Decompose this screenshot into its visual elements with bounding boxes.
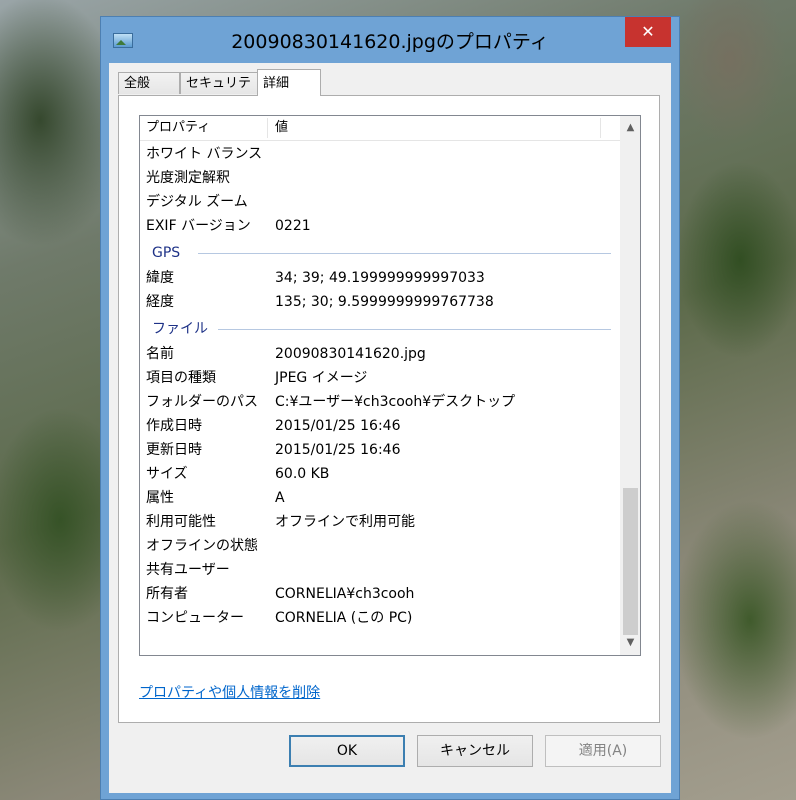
property-list[interactable]: プロパティ 値 ホワイト バランス 光度測定解釈 デジタル ズーム EXIF バ… xyxy=(139,115,641,656)
property-name: フォルダーのパス xyxy=(146,394,258,410)
group-label: ファイル xyxy=(152,321,208,337)
tab-general[interactable]: 全般 xyxy=(118,72,180,94)
property-value: オフラインで利用可能 xyxy=(275,514,415,530)
list-item[interactable]: EXIF バージョン 0221 xyxy=(140,214,621,238)
list-item[interactable]: 所有者 CORNELIA¥ch3cooh xyxy=(140,582,621,606)
column-divider[interactable] xyxy=(267,118,268,138)
property-name: ホワイト バランス xyxy=(146,146,263,162)
property-value: CORNELIA¥ch3cooh xyxy=(275,586,415,602)
property-name: 所有者 xyxy=(146,586,188,602)
tab-details[interactable]: 詳細 xyxy=(257,69,321,96)
group-divider xyxy=(198,253,611,254)
property-name: 利用可能性 xyxy=(146,514,216,530)
scrollbar-thumb[interactable] xyxy=(623,488,638,635)
scroll-down-arrow-icon[interactable]: ▼ xyxy=(621,633,640,653)
property-name: 作成日時 xyxy=(146,418,202,434)
group-label: GPS xyxy=(152,245,181,261)
scroll-up-arrow-icon[interactable]: ▲ xyxy=(621,118,640,138)
property-name: 項目の種類 xyxy=(146,370,216,386)
property-name: 更新日時 xyxy=(146,442,202,458)
property-value: C:¥ユーザー¥ch3cooh¥デスクトップ xyxy=(275,394,516,410)
group-divider xyxy=(218,329,611,330)
list-item[interactable]: 名前 20090830141620.jpg xyxy=(140,342,621,366)
title-bar[interactable]: 20090830141620.jpgのプロパティ ✕ xyxy=(101,17,679,63)
property-name: 光度測定解釈 xyxy=(146,170,230,186)
property-name: 緯度 xyxy=(146,270,174,286)
list-item[interactable]: デジタル ズーム xyxy=(140,190,621,214)
property-value: A xyxy=(275,490,285,506)
property-value: CORNELIA (この PC) xyxy=(275,610,413,626)
list-item[interactable]: 光度測定解釈 xyxy=(140,166,621,190)
property-name: デジタル ズーム xyxy=(146,194,248,210)
property-name: サイズ xyxy=(146,466,188,482)
property-value: 0221 xyxy=(275,218,311,234)
list-header: プロパティ 値 xyxy=(140,116,621,141)
list-item[interactable]: 項目の種類 JPEG イメージ xyxy=(140,366,621,390)
property-name: コンピューター xyxy=(146,610,244,626)
list-item[interactable]: オフラインの状態 xyxy=(140,534,621,558)
property-value: 20090830141620.jpg xyxy=(275,346,426,362)
list-item[interactable]: フォルダーのパス C:¥ユーザー¥ch3cooh¥デスクトップ xyxy=(140,390,621,414)
list-item[interactable]: 経度 135; 30; 9.5999999999767738 xyxy=(140,290,621,314)
ok-button[interactable]: OK xyxy=(289,735,405,767)
list-item[interactable]: 利用可能性 オフラインで利用可能 xyxy=(140,510,621,534)
property-name: EXIF バージョン xyxy=(146,218,251,234)
property-value: 34; 39; 49.199999999997033 xyxy=(275,270,485,286)
list-item[interactable]: 共有ユーザー xyxy=(140,558,621,582)
property-value: 2015/01/25 16:46 xyxy=(275,442,401,458)
list-item[interactable]: 属性 A xyxy=(140,486,621,510)
cancel-button[interactable]: キャンセル xyxy=(417,735,533,767)
column-divider[interactable] xyxy=(600,118,601,138)
property-name: オフラインの状態 xyxy=(146,538,258,554)
group-header-file[interactable]: ファイル xyxy=(140,317,621,341)
details-panel: プロパティ 値 ホワイト バランス 光度測定解釈 デジタル ズーム EXIF バ… xyxy=(118,95,660,723)
group-header-gps[interactable]: GPS xyxy=(140,241,621,265)
tab-security[interactable]: セキュリティ xyxy=(180,72,258,113)
property-value: 135; 30; 9.5999999999767738 xyxy=(275,294,494,310)
property-name: 名前 xyxy=(146,346,174,362)
remove-properties-link[interactable]: プロパティや個人情報を削除 xyxy=(139,682,320,702)
apply-button[interactable]: 適用(A) xyxy=(545,735,661,767)
property-name: 属性 xyxy=(146,490,174,506)
property-value: 60.0 KB xyxy=(275,466,330,482)
close-button[interactable]: ✕ xyxy=(625,17,671,47)
column-header-value[interactable]: 値 xyxy=(275,116,288,140)
property-value: JPEG イメージ xyxy=(275,370,368,386)
property-value: 2015/01/25 16:46 xyxy=(275,418,401,434)
column-header-property[interactable]: プロパティ xyxy=(146,116,210,140)
list-item[interactable]: サイズ 60.0 KB xyxy=(140,462,621,486)
window-title: 20090830141620.jpgのプロパティ xyxy=(231,31,549,53)
property-name: 経度 xyxy=(146,294,174,310)
list-item[interactable]: 更新日時 2015/01/25 16:46 xyxy=(140,438,621,462)
dialog-client-area: 全般 セキュリティ 詳細 プロパティ 値 ホワイト バランス 光度測定解釈 xyxy=(109,63,671,793)
property-name: 共有ユーザー xyxy=(146,562,230,578)
list-item[interactable]: 作成日時 2015/01/25 16:46 xyxy=(140,414,621,438)
list-item[interactable]: コンピューター CORNELIA (この PC) xyxy=(140,606,621,630)
properties-dialog: 20090830141620.jpgのプロパティ ✕ 全般 セキュリティ 詳細 … xyxy=(100,16,680,800)
vertical-scrollbar[interactable]: ▲ ▼ xyxy=(620,116,640,655)
list-item[interactable]: ホワイト バランス xyxy=(140,142,621,166)
list-item[interactable]: 緯度 34; 39; 49.199999999997033 xyxy=(140,266,621,290)
